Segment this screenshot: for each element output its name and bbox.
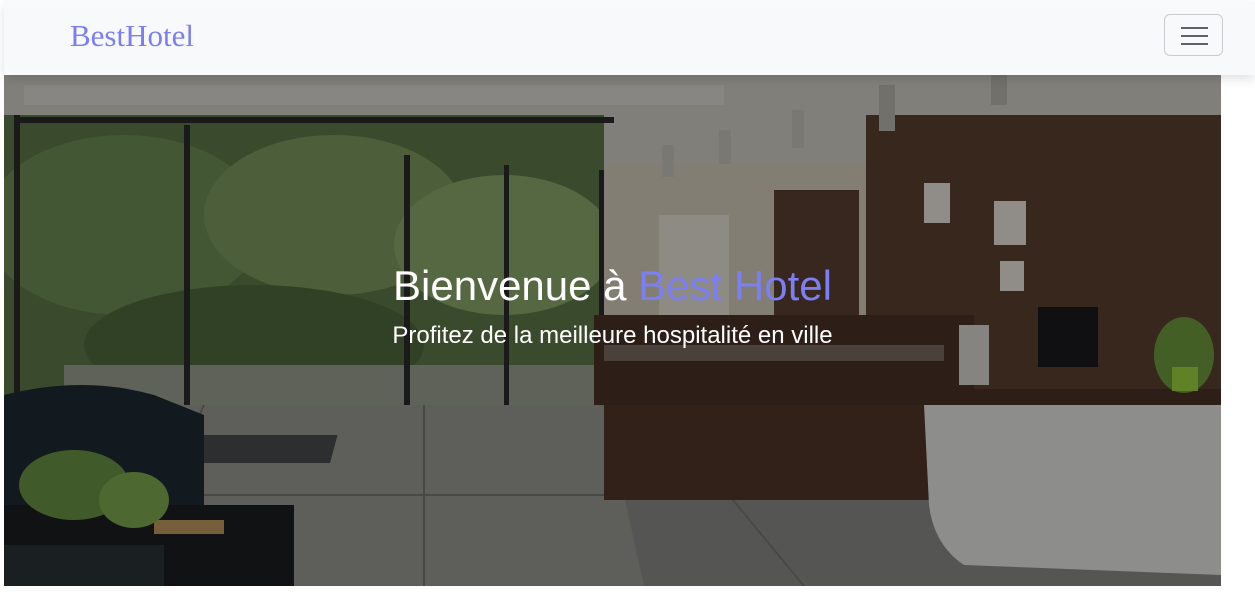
hero-subtitle: Profitez de la meilleure hospitalité en … xyxy=(392,322,833,349)
navbar-toggler-button[interactable] xyxy=(1164,14,1223,56)
hero-title-highlight: Best Hotel xyxy=(638,262,832,309)
hero-title: Bienvenue à Best Hotel xyxy=(4,261,1221,311)
brand-logo-link[interactable]: BestHotel xyxy=(70,18,194,54)
hero-banner: Bienvenue à Best Hotel Profitez de la me… xyxy=(4,75,1221,586)
top-navbar: BestHotel xyxy=(4,1,1255,75)
hamburger-menu-icon xyxy=(1181,27,1208,45)
hero-title-prefix: Bienvenue à xyxy=(393,262,639,309)
